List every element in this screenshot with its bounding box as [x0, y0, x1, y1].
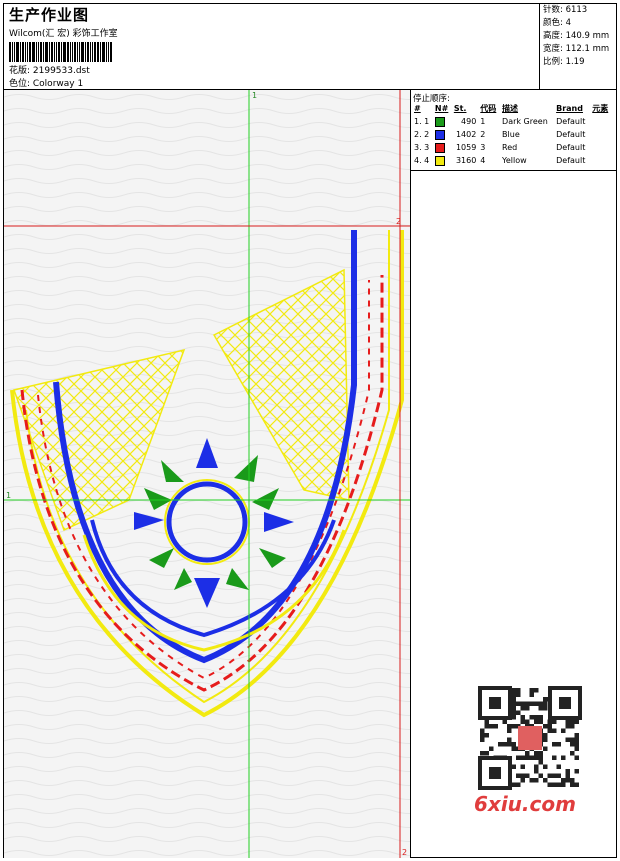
row-desc: Red	[502, 143, 518, 152]
row-desc: Yellow	[502, 156, 527, 165]
design-height: 高度: 140.9 mm	[543, 31, 610, 41]
marker-bottom-label: 2	[402, 848, 407, 857]
row-code: 4	[480, 156, 486, 165]
embroidery-drawing: 1 1 2 2	[4, 90, 410, 858]
row-stitches: 3160	[455, 156, 477, 165]
swatch-icon	[434, 155, 445, 166]
color-row: 2. 2 1402 2 Blue Default	[412, 128, 612, 141]
color-swatch	[433, 154, 452, 167]
col-header: St.	[453, 104, 467, 113]
row-brand: Default	[556, 156, 586, 165]
marker-top-label: 2	[396, 217, 401, 226]
col-header: 描述	[502, 104, 519, 113]
design-name: 花版: 2199533.dst	[9, 66, 90, 76]
side-divider	[410, 170, 617, 171]
stitch-count: 针数: 6113	[543, 5, 588, 15]
col-header: #	[414, 104, 421, 113]
col-header: N#	[434, 104, 449, 113]
row-brand: Default	[556, 130, 586, 139]
embroidery-preview: 1 1 2 2	[4, 90, 411, 858]
col-header: 代码	[480, 104, 497, 113]
col-header: 元素	[592, 104, 609, 113]
color-swatch	[433, 141, 452, 154]
marker-h-label: 1	[6, 491, 11, 500]
row-code: 2	[480, 130, 486, 139]
qr-code	[474, 682, 586, 794]
color-swatch	[433, 115, 452, 128]
row-brand: Default	[556, 117, 586, 126]
stats-panel: 针数: 6113 颜色: 4 高度: 140.9 mm 宽度: 112.1 mm…	[539, 4, 618, 90]
row-index: 1. 1	[414, 117, 430, 126]
production-sheet: 生产作业图 Wilcom(汇 宏) 彩饰工作室 花版: 2199533.dst …	[3, 3, 617, 858]
color-table: # N# St. 代码 描述 Brand 元素 1. 1 490 1 Dark Gre…	[412, 102, 612, 167]
row-stitches: 1059	[455, 143, 477, 152]
row-code: 3	[480, 143, 486, 152]
row-brand: Default	[556, 143, 586, 152]
stop-sequence-panel: 停止顺序: # N# St. 代码 描述 Brand 元素 1. 1 490 1 Da…	[410, 90, 617, 858]
row-desc: Blue	[502, 130, 520, 139]
swatch-icon	[434, 142, 445, 153]
swatch-icon	[434, 116, 445, 127]
color-row: 1. 1 490 1 Dark Green Default	[412, 115, 612, 128]
marker-v-label: 1	[252, 91, 257, 100]
row-stitches: 1402	[455, 130, 477, 139]
color-row: 4. 4 3160 4 Yellow Default	[412, 154, 612, 167]
barcode	[9, 42, 141, 62]
row-stitches: 490	[461, 117, 477, 126]
row-index: 4. 4	[414, 156, 430, 165]
color-swatch	[433, 128, 452, 141]
sheet-title: 生产作业图	[9, 6, 90, 24]
color-row: 3. 3 1059 3 Red Default	[412, 141, 612, 154]
site-watermark: 6xiu.com	[474, 792, 576, 816]
row-index: 3. 3	[414, 143, 430, 152]
design-scale: 比例: 1.19	[543, 57, 585, 67]
row-code: 1	[480, 117, 486, 126]
swatch-icon	[434, 129, 445, 140]
colorway-label: 色位: Colorway 1	[9, 79, 84, 89]
color-count: 颜色: 4	[543, 18, 571, 28]
row-index: 2. 2	[414, 130, 430, 139]
design-width: 宽度: 112.1 mm	[543, 44, 610, 54]
row-desc: Dark Green	[502, 117, 548, 126]
studio-name: Wilcom(汇 宏) 彩饰工作室	[9, 29, 118, 39]
col-header: Brand	[556, 104, 583, 113]
